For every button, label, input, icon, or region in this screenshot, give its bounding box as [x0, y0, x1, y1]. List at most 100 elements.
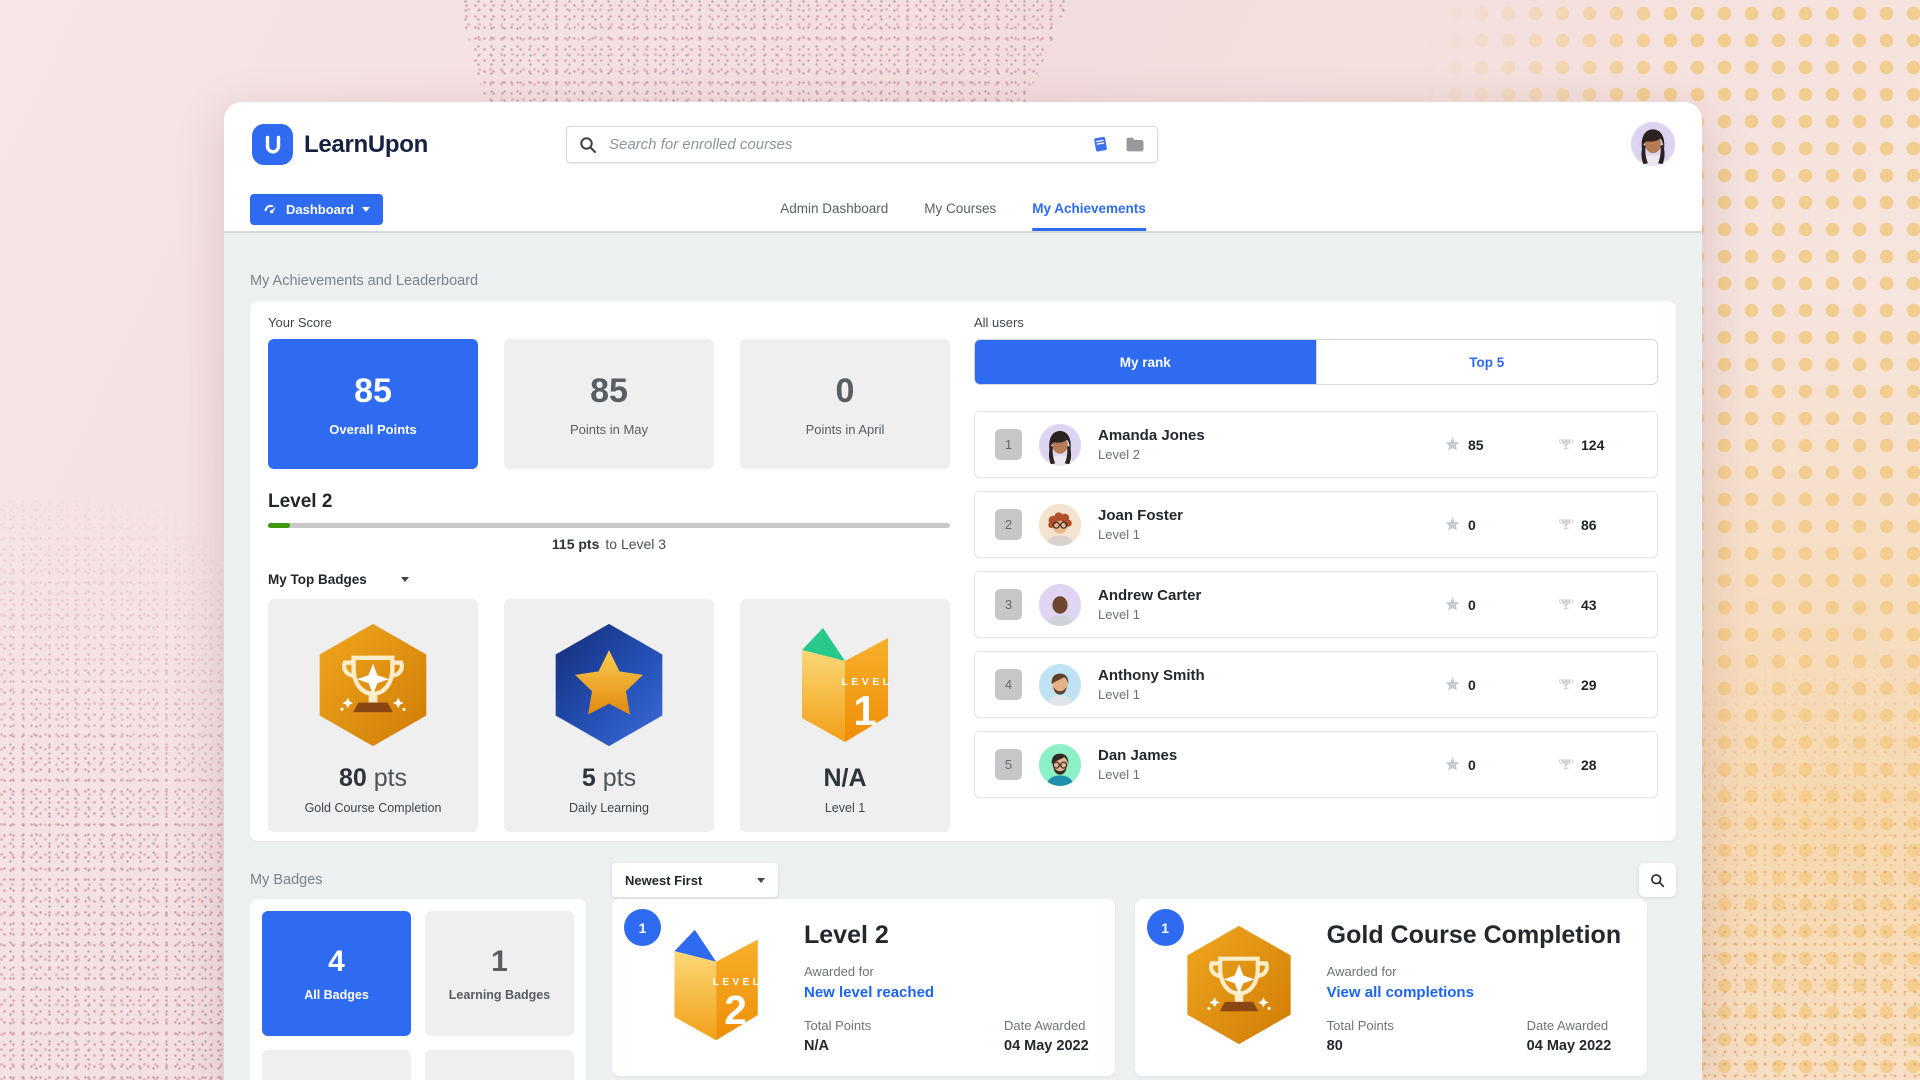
badges-search-button[interactable]: [1639, 863, 1676, 897]
user-level: Level 1: [1098, 767, 1140, 782]
badge-points: N/A: [823, 764, 866, 793]
nav-tab-label: My Courses: [924, 201, 997, 216]
badge-count-placeholder[interactable]: [425, 1050, 574, 1080]
score-card-label: Points in April: [805, 421, 885, 437]
badge-count-card[interactable]: 1 Learning Badges: [425, 911, 574, 1036]
chevron-down-icon: [361, 206, 370, 212]
nav-tab[interactable]: My Courses: [924, 187, 996, 231]
search-input[interactable]: [607, 135, 1081, 154]
star-count: 0: [1468, 756, 1476, 773]
leaderboard-tab[interactable]: Top 5: [1315, 340, 1658, 384]
score-card[interactable]: 85 Points in May: [504, 339, 714, 469]
chevron-down-icon: [757, 877, 765, 883]
top-badge-cards: 80 pts Gold Course Completion 5 pts Dail…: [268, 599, 950, 832]
trophy-count: 43: [1581, 596, 1597, 613]
my-badges-header: My Badges Newest First: [250, 863, 1676, 897]
achievements-panel: Your Score 85 Overall Points 85 Points i…: [250, 301, 1676, 841]
nav-tabs: Admin Dashboard My Courses My Achievemen…: [780, 187, 1146, 231]
rank-badge: 5: [995, 749, 1022, 780]
user-name: Andrew Carter: [1098, 587, 1202, 604]
badge-count-value: 4: [328, 945, 345, 978]
awarded-for-link[interactable]: New level reached: [804, 984, 1089, 1001]
learnupon-logo-icon: [252, 124, 293, 165]
badge-name: Level 1: [824, 801, 866, 815]
top-badge-card[interactable]: 80 pts Gold Course Completion: [268, 599, 478, 832]
page-title: My Achievements and Leaderboard: [250, 273, 479, 289]
leaderboard-row[interactable]: 4 Anthony Smith Level 1 0 29: [974, 651, 1658, 718]
star-count: 0: [1468, 596, 1476, 613]
leaderboard-row[interactable]: 2 Joan Foster Level 1 0 86: [974, 491, 1658, 558]
book-icon[interactable]: [1091, 135, 1110, 154]
star-icon: [1445, 677, 1460, 692]
current-level-heading: Level 2: [268, 491, 333, 512]
top-badge-card[interactable]: LEVEL 1 N/A Level 1: [740, 599, 950, 832]
top-badge-card[interactable]: 5 pts Daily Learning: [504, 599, 714, 832]
chevron-down-icon: [400, 577, 409, 582]
trophy-count: 124: [1581, 436, 1605, 453]
total-points-value: 80: [1326, 1038, 1343, 1054]
user-avatar: [1039, 743, 1081, 786]
user-level: Level 1: [1098, 687, 1140, 702]
nav-tab-label: My Achievements: [1032, 201, 1146, 216]
badge-count-label: All Badges: [304, 988, 369, 1002]
dashboard-menu-button[interactable]: Dashboard: [250, 193, 383, 225]
page-content: My Achievements and Leaderboard Your Sco…: [224, 233, 1702, 1080]
trophy-icon: [1559, 598, 1573, 612]
points-needed: 115 pts: [551, 536, 600, 552]
badge-count-placeholder[interactable]: [262, 1050, 411, 1080]
brand-name: LearnUpon: [304, 130, 428, 158]
folder-icon[interactable]: [1125, 136, 1145, 153]
leaderboard-row[interactable]: 5 Dan James Level 1 0 28: [974, 731, 1658, 798]
score-value: 0: [835, 371, 855, 410]
leaderboard-row[interactable]: 1 Amanda Jones Level 2 85 124: [974, 411, 1658, 478]
badge-count-card[interactable]: 4 All Badges: [262, 911, 411, 1036]
user-avatar: [1039, 423, 1081, 466]
badge-count-label: Learning Badges: [448, 988, 551, 1002]
badge-icon: LEVEL 1: [785, 619, 905, 751]
badge-detail-cards: 1 LEVEL 2 Level 2 Awarded for New level …: [612, 899, 1676, 1076]
leaderboard-tab-label: My rank: [1119, 354, 1171, 370]
user-name: Dan James: [1098, 747, 1178, 764]
all-users-label: All users: [974, 315, 1024, 330]
awarded-for-link[interactable]: View all completions: [1327, 984, 1621, 1001]
date-awarded-label: Date Awarded: [1526, 1018, 1609, 1033]
search-bar: [566, 126, 1158, 163]
score-value: 85: [590, 371, 628, 410]
badge-points: 80 pts: [339, 764, 407, 793]
nav-tab[interactable]: My Achievements: [1032, 187, 1146, 231]
my-top-badges-header[interactable]: My Top Badges: [268, 572, 950, 587]
leaderboard-row[interactable]: 3 Andrew Carter Level 1 0 43: [974, 571, 1658, 638]
app-window: LearnUpon Search for enrolled courses Da…: [224, 102, 1702, 1080]
badge-points-value: 80: [338, 764, 367, 792]
total-points-value: N/A: [804, 1038, 829, 1054]
your-score-column: Your Score 85 Overall Points 85 Points i…: [268, 315, 950, 832]
badge-counts-panel: 4 All Badges 1 Learning Badges: [250, 899, 586, 1080]
star-count: 0: [1468, 676, 1476, 693]
score-card[interactable]: 85 Overall Points: [268, 339, 478, 469]
svg-text:2: 2: [724, 987, 747, 1033]
badge-count-bubble: 1: [1146, 909, 1184, 946]
badge-icon: [1163, 919, 1315, 1076]
user-avatar: [1039, 503, 1081, 546]
sort-dropdown[interactable]: Newest First: [612, 863, 778, 897]
score-card-label: Points in May: [569, 421, 649, 437]
badge-points-unit: pts: [373, 764, 408, 792]
nav-tab[interactable]: Admin Dashboard: [780, 187, 888, 231]
brand-logo[interactable]: LearnUpon: [252, 124, 428, 165]
trophy-icon: [1559, 518, 1573, 532]
score-card-label: Overall Points: [329, 421, 417, 437]
badge-count-value: 1: [491, 945, 508, 978]
rank-badge: 3: [995, 589, 1022, 620]
leaderboard-tab[interactable]: My rank: [975, 340, 1316, 384]
star-icon: [1445, 517, 1460, 532]
score-card[interactable]: 0 Points in April: [740, 339, 950, 469]
badge-name: Daily Learning: [569, 801, 649, 815]
badge-title: Level 2: [804, 921, 889, 949]
user-avatar[interactable]: [1631, 122, 1675, 166]
awarded-for-label: Awarded for: [804, 964, 874, 979]
target-level-label: to Level 3: [605, 536, 667, 552]
search-icon: [579, 136, 597, 154]
leaderboard-tabs: My rank Top 5: [974, 339, 1658, 385]
user-level: Level 1: [1098, 527, 1140, 542]
star-icon: [1445, 597, 1460, 612]
